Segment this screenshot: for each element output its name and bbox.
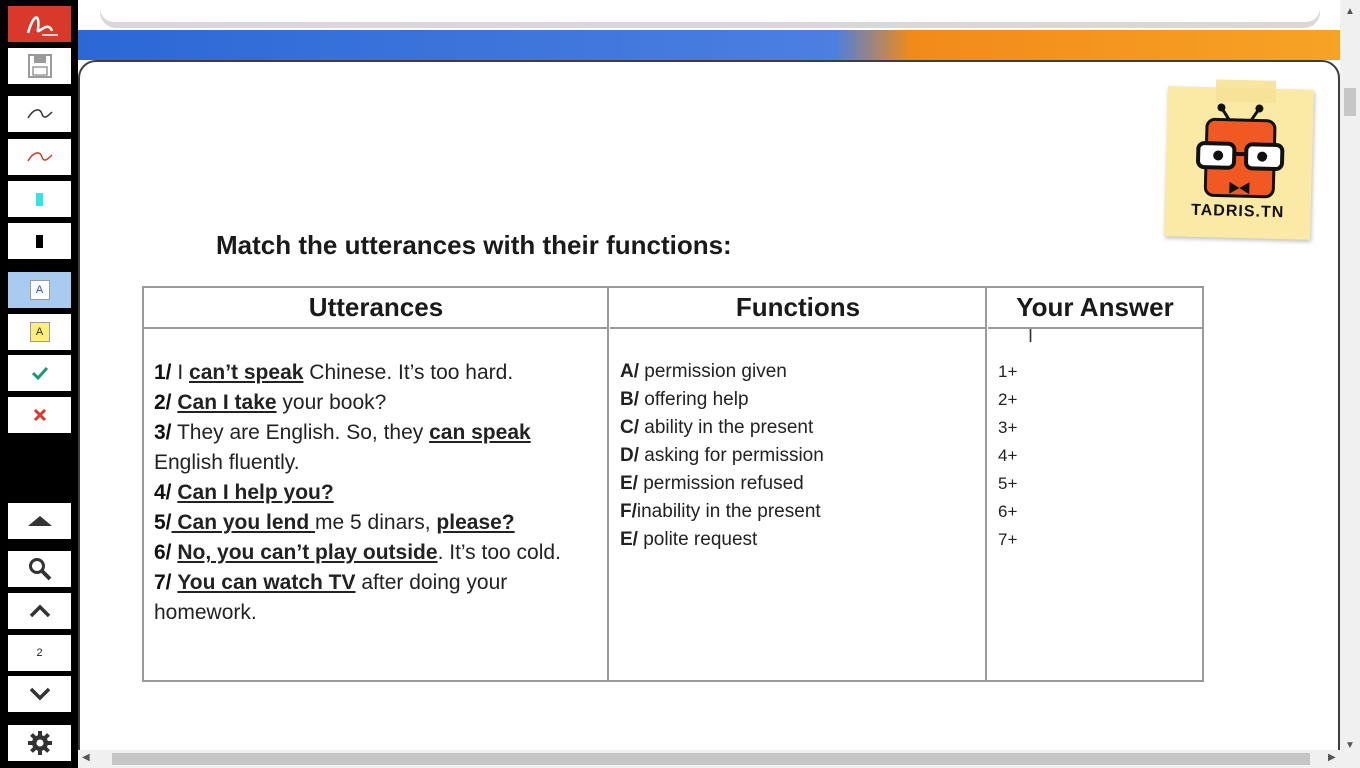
function-item: D/ asking for permission xyxy=(620,445,824,466)
answer-slot: 7+ xyxy=(998,530,1018,549)
vertical-scroll-thumb[interactable] xyxy=(1344,88,1356,116)
highlighter-black-icon xyxy=(36,234,43,248)
chevron-up-icon xyxy=(29,604,50,618)
function-item: E/ permission refused xyxy=(620,473,804,494)
header-your-answer: Your Answer xyxy=(988,288,1202,329)
matching-table: Utterances Functions Your Answer 1/ I ca… xyxy=(142,286,1204,682)
utterance-line: English fluently. xyxy=(154,451,300,474)
search-button[interactable] xyxy=(8,551,71,587)
highlighter-black-button[interactable] xyxy=(8,223,71,259)
function-item: A/ permission given xyxy=(620,361,787,382)
scroll-down-arrow-icon[interactable]: ▼ xyxy=(1340,740,1360,751)
utterance-line: 7/ You can watch TV after doing your xyxy=(154,571,508,594)
text-blue-button[interactable]: A xyxy=(8,272,71,308)
chevron-down-icon xyxy=(29,687,50,701)
pen-stroke-red-icon xyxy=(26,152,53,162)
column-divider xyxy=(607,288,609,680)
pen-stroke-icon xyxy=(26,109,53,119)
previous-page-edge xyxy=(100,0,1320,28)
gear-icon xyxy=(27,731,52,755)
text-tool-blue-icon: A xyxy=(29,280,50,300)
function-item: B/ offering help xyxy=(620,389,749,410)
horizontal-scroll-thumb[interactable] xyxy=(112,753,1310,765)
utterance-line: 5/ Can you lend me 5 dinars, please? xyxy=(154,511,515,534)
settings-button[interactable] xyxy=(8,725,71,761)
pdf-logo-button[interactable] xyxy=(8,6,71,42)
header-color-band xyxy=(78,30,1340,60)
scroll-top-button[interactable] xyxy=(8,503,71,539)
next-page-button[interactable] xyxy=(8,676,71,712)
previous-page-button[interactable] xyxy=(8,593,71,629)
pen-red-button[interactable] xyxy=(8,139,71,175)
scroll-right-arrow-icon[interactable]: ▶ xyxy=(1328,752,1336,763)
triangle-up-icon xyxy=(27,516,52,526)
text-yellow-button[interactable]: A xyxy=(8,314,71,350)
annotation-toolbar: A A 2 xyxy=(0,0,78,768)
functions-list: A/ permission given B/ offering help C/ … xyxy=(620,358,824,554)
cross-icon xyxy=(33,408,46,422)
answer-slot: 1+ xyxy=(998,362,1018,381)
answer-slot: 6+ xyxy=(998,502,1018,521)
document-viewport[interactable]: TADRIS.TN Match the utterances with thei… xyxy=(78,0,1340,768)
tv-mascot-icon xyxy=(1196,103,1285,199)
utterances-list: 1/ I can’t speak Chinese. It’s too hard.… xyxy=(154,358,594,628)
save-icon xyxy=(27,54,52,78)
answer-slot: 3+ xyxy=(998,418,1018,437)
check-icon xyxy=(31,366,48,381)
scroll-up-arrow-icon[interactable]: ▲ xyxy=(1340,6,1360,17)
function-item: E/ polite request xyxy=(620,529,758,550)
check-mark-button[interactable] xyxy=(8,355,71,391)
utterance-line: 3/ They are English. So, they can speak xyxy=(154,421,531,444)
answers-list: 1+ 2+ 3+ 4+ 5+ 6+ 7+ xyxy=(998,358,1017,554)
utterance-line: homework. xyxy=(154,601,257,624)
pdf-icon xyxy=(26,16,58,36)
column-divider xyxy=(985,288,987,680)
answer-slot: 5+ xyxy=(998,474,1018,493)
vertical-scrollbar[interactable]: ▲ ▼ xyxy=(1340,0,1360,768)
utterance-line: 2/ Can I take your book? xyxy=(154,391,387,414)
cross-mark-button[interactable] xyxy=(8,397,71,433)
utterance-line: 1/ I can’t speak Chinese. It’s too hard. xyxy=(154,361,514,384)
utterance-line: 6/ No, you can’t play outside. It’s too … xyxy=(154,541,561,564)
scroll-left-arrow-icon[interactable]: ◀ xyxy=(82,752,90,763)
logo-text: TADRIS.TN xyxy=(1190,201,1285,222)
save-button[interactable] xyxy=(8,48,71,84)
pen-dark-button[interactable] xyxy=(8,96,71,132)
function-item: F/inability in the present xyxy=(620,501,821,522)
highlighter-cyan-button[interactable] xyxy=(8,181,71,217)
utterance-line: 4/ Can I help you? xyxy=(154,481,334,504)
page-number[interactable]: 2 xyxy=(8,635,71,671)
text-cursor-icon: I xyxy=(1028,326,1034,346)
worksheet-title: Match the utterances with their function… xyxy=(216,230,732,260)
search-icon xyxy=(28,558,51,581)
highlighter-cyan-icon xyxy=(36,192,43,206)
text-tool-yellow-icon: A xyxy=(29,322,50,342)
answer-slot: 2+ xyxy=(998,390,1018,409)
header-utterances: Utterances xyxy=(144,288,608,329)
horizontal-scrollbar[interactable]: ◀ ▶ xyxy=(78,750,1340,768)
tadris-logo: TADRIS.TN xyxy=(1164,79,1314,240)
header-functions: Functions xyxy=(610,288,986,329)
function-item: C/ ability in the present xyxy=(620,417,814,438)
answer-slot: 4+ xyxy=(998,446,1018,465)
